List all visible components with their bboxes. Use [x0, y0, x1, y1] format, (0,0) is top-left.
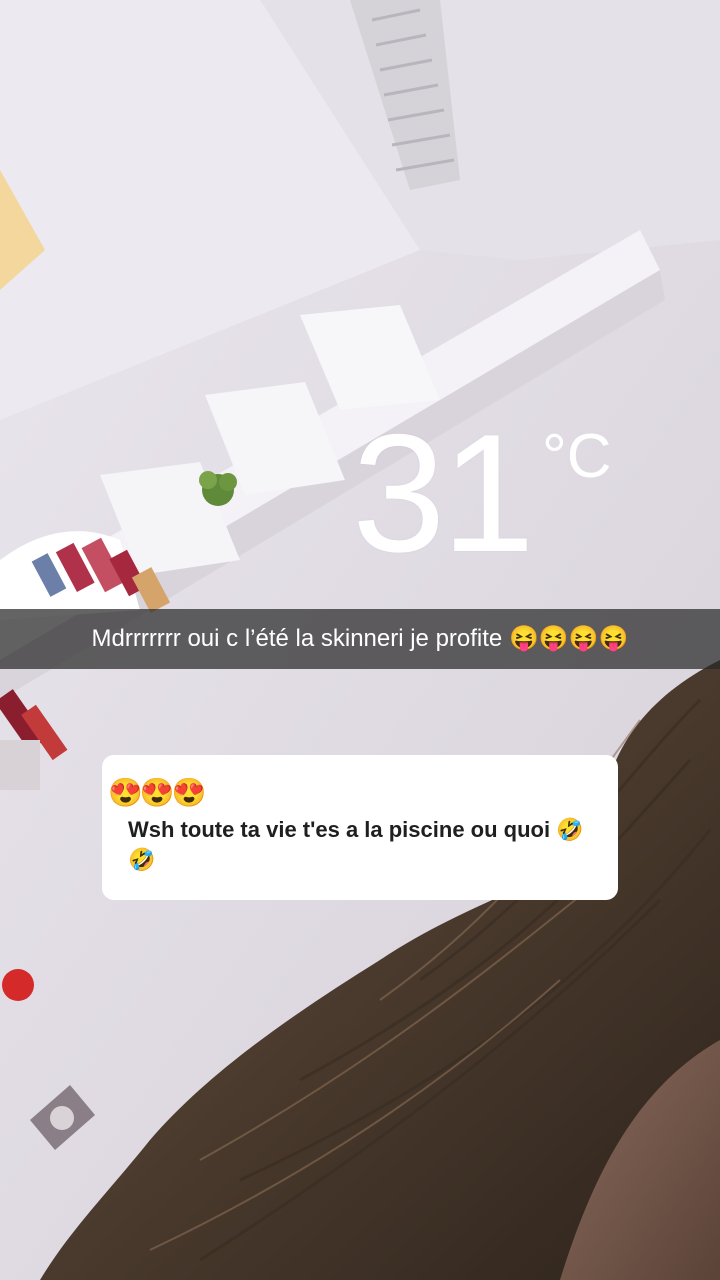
caption-text: Mdrrrrrrr oui c l’été la skinneri je pro… [91, 625, 629, 652]
temperature-unit: °C [542, 422, 612, 491]
caption-bar[interactable]: Mdrrrrrrr oui c l’été la skinneri je pro… [0, 609, 720, 669]
temperature-sticker[interactable]: 31 °C [352, 408, 632, 578]
reply-emojis: 😍😍😍 [108, 777, 207, 808]
story-view[interactable]: 31 °C Mdrrrrrrr oui c l’été la skinneri … [0, 0, 720, 1280]
reply-message: Wsh toute ta vie t'es a la piscine ou qu… [128, 817, 584, 872]
quoted-reply-card[interactable]: 😍😍😍 Wsh toute ta vie t'es a la piscine o… [102, 755, 618, 900]
temperature-value: 31 [352, 399, 535, 587]
